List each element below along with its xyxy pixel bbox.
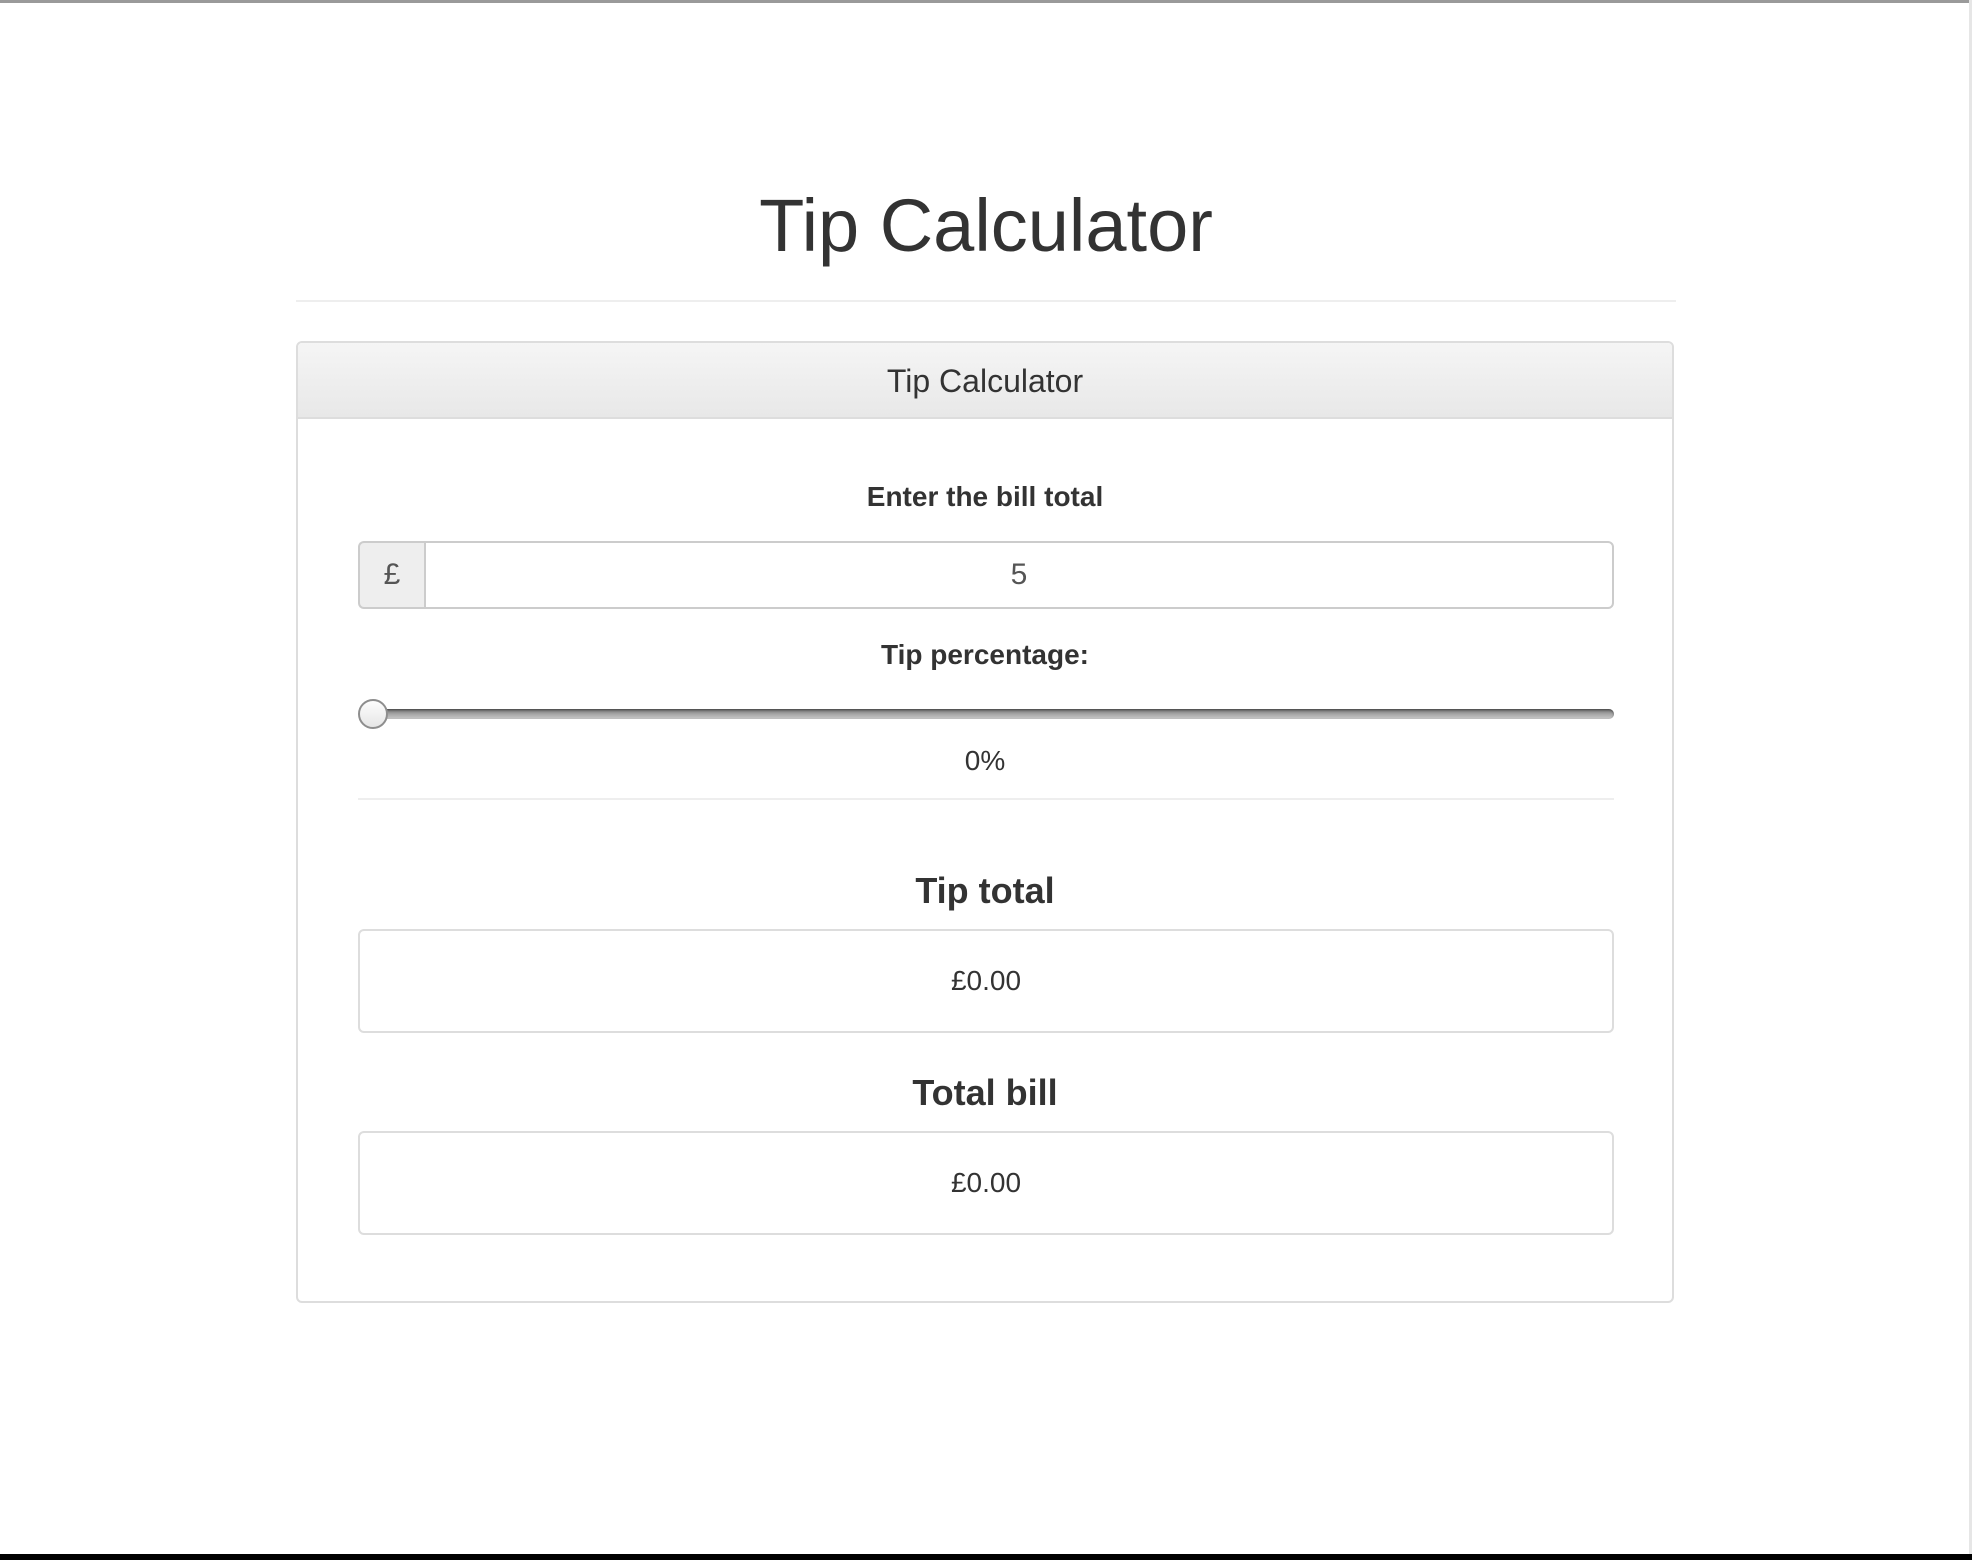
title-divider bbox=[296, 300, 1676, 302]
total-bill-output: £0.00 bbox=[358, 1131, 1614, 1235]
total-bill-heading: Total bill bbox=[912, 1072, 1058, 1113]
window-bottom-border bbox=[0, 1554, 1972, 1560]
tip-total-heading: Tip total bbox=[915, 870, 1055, 911]
tip-percentage-slider[interactable] bbox=[358, 697, 1614, 733]
bill-input-group: £ bbox=[358, 541, 1614, 609]
tip-total-output: £0.00 bbox=[358, 929, 1614, 1033]
tip-calculator-panel: Tip Calculator Enter the bill total £ Ti… bbox=[296, 341, 1674, 1303]
bill-total-input[interactable] bbox=[424, 541, 1614, 609]
currency-addon: £ bbox=[358, 541, 424, 609]
section-divider bbox=[358, 798, 1614, 800]
slider-track[interactable] bbox=[368, 709, 1614, 719]
bill-total-label: Enter the bill total bbox=[866, 481, 1104, 512]
tip-percentage-label: Tip percentage: bbox=[881, 639, 1089, 670]
window-top-border bbox=[0, 0, 1972, 3]
slider-thumb[interactable] bbox=[358, 699, 388, 729]
page-title: Tip Calculator bbox=[759, 184, 1213, 267]
panel-heading: Tip Calculator bbox=[298, 343, 1672, 419]
tip-percentage-value: 0% bbox=[964, 745, 1006, 776]
